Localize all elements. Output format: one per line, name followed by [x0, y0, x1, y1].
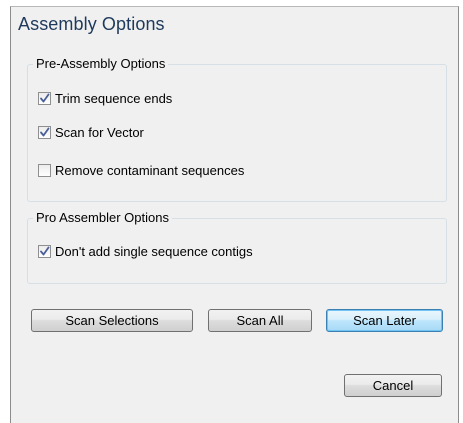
scan-selections-button[interactable]: Scan Selections	[31, 309, 193, 332]
dont-add-single-sequence-contigs-checkbox[interactable]	[38, 245, 51, 258]
scan-later-button[interactable]: Scan Later	[326, 309, 443, 332]
check-mark-icon	[40, 246, 50, 256]
check-mark-icon	[40, 127, 50, 137]
dont-add-single-sequence-contigs-label[interactable]: Don't add single sequence contigs	[55, 244, 253, 259]
remove-contaminant-sequences-checkbox[interactable]	[38, 164, 51, 177]
remove-contaminant-sequences-label[interactable]: Remove contaminant sequences	[55, 163, 244, 178]
check-mark-icon	[40, 93, 50, 103]
scan-for-vector-label[interactable]: Scan for Vector	[55, 125, 144, 140]
remove-contaminant-sequences-option[interactable]: Remove contaminant sequences	[38, 163, 244, 178]
scan-for-vector-option[interactable]: Scan for Vector	[38, 125, 144, 140]
scan-all-button[interactable]: Scan All	[208, 309, 312, 332]
scan-for-vector-checkbox[interactable]	[38, 126, 51, 139]
assembly-options-dialog: Assembly Options Pre-Assembly Options Tr…	[10, 6, 459, 423]
dialog-title: Assembly Options	[18, 14, 165, 34]
trim-sequence-ends-checkbox[interactable]	[38, 92, 51, 105]
trim-sequence-ends-option[interactable]: Trim sequence ends	[38, 91, 172, 106]
pre-assembly-options-label: Pre-Assembly Options	[33, 55, 169, 73]
cancel-button[interactable]: Cancel	[344, 374, 442, 397]
dont-add-single-sequence-contigs-option[interactable]: Don't add single sequence contigs	[38, 244, 253, 259]
trim-sequence-ends-label[interactable]: Trim sequence ends	[55, 91, 172, 106]
pro-assembler-options-label: Pro Assembler Options	[33, 209, 172, 227]
